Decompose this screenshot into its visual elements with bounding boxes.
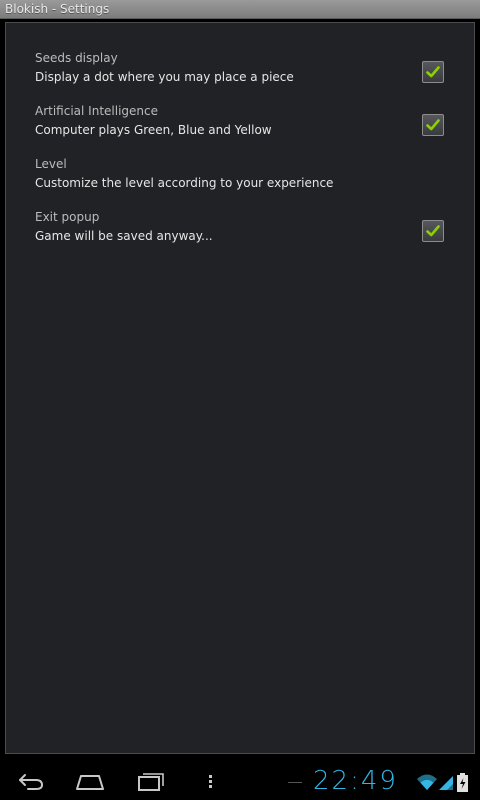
pref-title: Artificial Intelligence <box>35 104 158 118</box>
pref-summary: Customize the level according to your ex… <box>35 176 334 190</box>
seeds-display-checkbox[interactable] <box>422 61 444 83</box>
pref-title: Seeds display <box>35 51 118 65</box>
system-navigation-bar <box>0 762 480 800</box>
checkmark-icon <box>426 225 440 237</box>
pref-title: Exit popup <box>35 210 100 224</box>
pref-summary: Display a dot where you may place a piec… <box>35 70 294 84</box>
checkmark-icon <box>426 66 440 78</box>
pref-artificial-intelligence[interactable]: Artificial Intelligence Computer plays G… <box>6 103 474 156</box>
screen: Blokish - Settings Seeds display Display… <box>0 0 480 800</box>
pref-summary: Computer plays Green, Blue and Yellow <box>35 123 272 137</box>
settings-panel: Seeds display Display a dot where you ma… <box>5 22 475 754</box>
pref-exit-popup[interactable]: Exit popup Game will be saved anyway... <box>6 209 474 262</box>
exit-popup-checkbox[interactable] <box>422 220 444 242</box>
pref-title: Level <box>35 157 67 171</box>
checkmark-icon <box>426 119 440 131</box>
wifi-icon <box>417 774 437 790</box>
artificial-intelligence-checkbox[interactable] <box>422 114 444 136</box>
back-icon[interactable] <box>16 770 46 792</box>
menu-icon[interactable] <box>205 770 217 792</box>
title-bar: Blokish - Settings <box>0 0 480 19</box>
status-clock: 22:49 <box>313 766 398 796</box>
battery-icon <box>457 773 468 792</box>
pref-seeds-display[interactable]: Seeds display Display a dot where you ma… <box>6 50 474 103</box>
recent-apps-icon[interactable] <box>136 770 166 792</box>
window-title: Blokish - Settings <box>5 2 110 16</box>
home-icon[interactable] <box>75 770 105 792</box>
pref-level[interactable]: Level Customize the level according to y… <box>6 156 474 209</box>
signal-icon <box>439 776 453 790</box>
status-divider <box>288 782 302 783</box>
pref-summary: Game will be saved anyway... <box>35 229 213 243</box>
